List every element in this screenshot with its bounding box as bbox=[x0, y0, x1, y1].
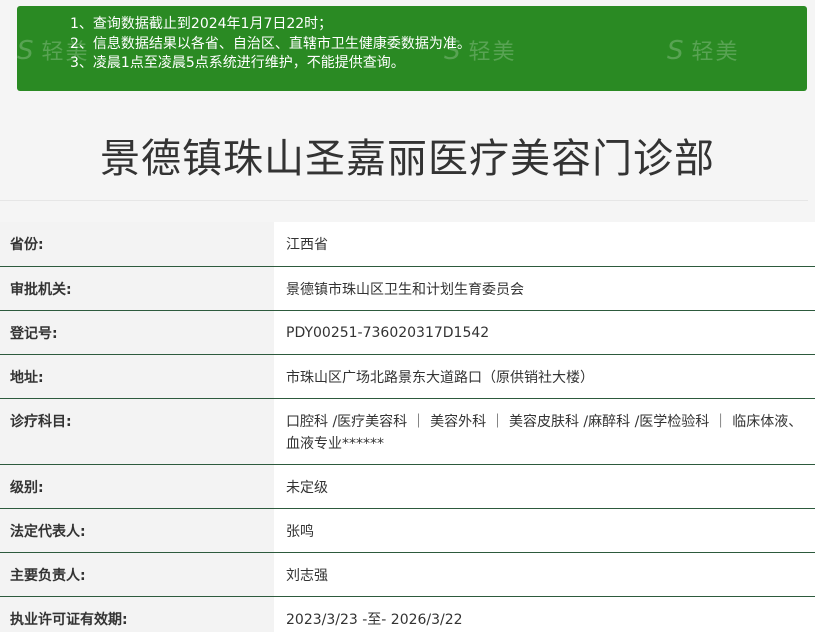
field-label: 审批机关: bbox=[0, 267, 274, 310]
field-value: 市珠山区广场北路景东大道路口（原供销社大楼） bbox=[274, 355, 815, 398]
field-value: 未定级 bbox=[274, 465, 815, 508]
page: S 轻美 S 轻美 S 轻美 1、查询数据截止到2024年1月7日22时； 2、信息数… bbox=[0, 0, 815, 632]
field-label: 地址: bbox=[0, 355, 274, 398]
notice-line: 2、信息数据结果以各省、自治区、直辖市卫生健康委数据为准。 bbox=[70, 35, 471, 52]
table-row-license-validity: 执业许可证有效期: 2023/3/23 -至- 2026/3/22 bbox=[0, 597, 815, 632]
info-table: 省份: 江西省 审批机关: 景德镇市珠山区卫生和计划生育委员会 登记号: PDY… bbox=[0, 222, 815, 632]
field-value: 2023/3/23 -至- 2026/3/22 bbox=[274, 597, 815, 632]
notice-line: 1、查询数据截止到2024年1月7日22时； bbox=[70, 16, 333, 32]
field-label: 主要负责人: bbox=[0, 553, 274, 596]
field-label: 执业许可证有效期: bbox=[0, 597, 274, 632]
table-row-province: 省份: 江西省 bbox=[0, 222, 815, 267]
table-row-approval-authority: 审批机关: 景德镇市珠山区卫生和计划生育委员会 bbox=[0, 267, 815, 311]
table-row-main-person-in-charge: 主要负责人: 刘志强 bbox=[0, 553, 815, 597]
notice-line: 3、凌晨1点至凌晨5点系统进行维护，不能提供查询。 bbox=[70, 55, 405, 71]
table-row-legal-representative: 法定代表人: 张鸣 bbox=[0, 509, 815, 553]
notice-banner: S 轻美 S 轻美 S 轻美 1、查询数据截止到2024年1月7日22时； 2、信息数… bbox=[17, 6, 807, 91]
field-value: 刘志强 bbox=[274, 553, 815, 596]
table-row-address: 地址: 市珠山区广场北路景东大道路口（原供销社大楼） bbox=[0, 355, 815, 399]
field-label: 登记号: bbox=[0, 311, 274, 354]
table-row-departments: 诊疗科目: 口腔科 /医疗美容科 ｜ 美容外科 ｜ 美容皮肤科 /麻醉科 /医学… bbox=[0, 399, 815, 465]
field-label: 级别: bbox=[0, 465, 274, 508]
table-row-registration-number: 登记号: PDY00251-736020317D1542 bbox=[0, 311, 815, 355]
field-label: 法定代表人: bbox=[0, 509, 274, 552]
field-label: 诊疗科目: bbox=[0, 399, 274, 464]
field-value: PDY00251-736020317D1542 bbox=[274, 311, 815, 354]
field-value: 江西省 bbox=[274, 222, 815, 266]
title-divider bbox=[0, 200, 808, 201]
field-label: 省份: bbox=[0, 222, 274, 266]
field-value: 景德镇市珠山区卫生和计划生育委员会 bbox=[274, 267, 815, 310]
field-value: 张鸣 bbox=[274, 509, 815, 552]
field-value: 口腔科 /医疗美容科 ｜ 美容外科 ｜ 美容皮肤科 /麻醉科 /医学检验科 ｜ … bbox=[274, 399, 815, 464]
page-title: 景德镇珠山圣嘉丽医疗美容门诊部 bbox=[100, 136, 715, 182]
table-row-level: 级别: 未定级 bbox=[0, 465, 815, 509]
